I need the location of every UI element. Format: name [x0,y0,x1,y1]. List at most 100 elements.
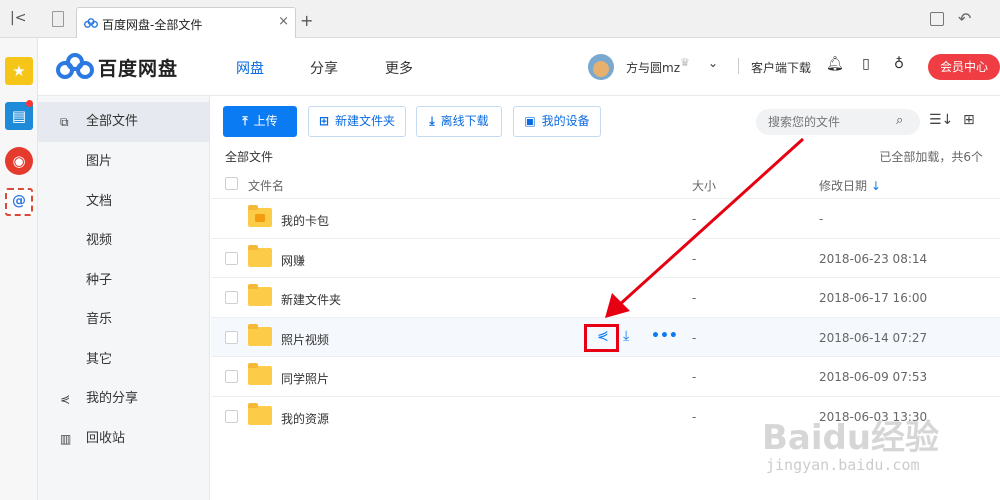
sidebar-item-torrents[interactable]: 种子 [38,261,209,301]
offline-download-label: 离线下载 [440,114,489,128]
folder-icon [248,403,272,425]
upload-button[interactable]: ⤒ 上传 [223,106,297,137]
watermark-logo: Baidu经验 [762,418,940,458]
weibo-icon[interactable]: ◉ [5,147,33,175]
baidu-pan-favicon-icon [84,18,98,28]
file-date: 2018-06-17 16:00 [819,291,928,305]
favorites-star-icon[interactable]: ★ [5,57,33,85]
sidebar-item-label: 种子 [86,273,113,288]
window-icon[interactable] [930,12,944,26]
file-size: - [692,410,697,424]
trash-icon: ▥ [60,432,72,446]
sidebar-item-recycle-bin[interactable]: ▥ 回收站 [38,419,209,459]
sidebar-item-label: 其它 [86,352,113,367]
file-name[interactable]: 我的卡包 [281,212,329,229]
username[interactable]: 方与圆mz [626,59,680,76]
mail-icon[interactable]: @ [5,188,33,216]
sidebar-item-videos[interactable]: 视频 [38,221,209,261]
file-size: - [692,331,697,345]
app-header: 百度网盘 网盘 分享 更多 方与圆mz ♛ ⌄ 客户端下载 🔔︎ ▯ ♁ 会员中… [38,38,1000,96]
select-all-checkbox[interactable] [225,177,238,190]
file-date: 2018-06-14 07:27 [819,331,928,345]
vip-badge-icon: ♛ [680,56,690,69]
tshirt-icon[interactable]: ♁ [891,56,907,74]
file-date: 2018-06-23 08:14 [819,252,928,266]
file-name[interactable]: 同学照片 [281,370,329,387]
sidebar-item-label: 文档 [86,194,113,209]
sort-down-icon: ↓ [870,179,881,193]
file-size: - [692,291,697,305]
browser-side-bar: ★ ▤ ◉ @ [0,38,38,500]
my-devices-label: 我的设备 [541,114,590,128]
new-folder-button[interactable]: ⊞ 新建文件夹 [308,106,406,137]
sidebar-item-my-shares[interactable]: ⋞ 我的分享 [38,379,209,419]
sidebar-item-label: 图片 [86,154,113,169]
browser-tab-strip: |< 百度网盘-全部文件 × + ↶ [0,0,1000,38]
search-icon[interactable]: ⌕ [896,113,903,128]
new-tab-button[interactable]: + [300,11,313,30]
column-header-name[interactable]: 文件名 [248,177,284,194]
brand-name: 百度网盘 [98,58,179,80]
offline-download-button[interactable]: ⤓ 离线下载 [416,106,502,137]
sidebar-item-music[interactable]: 音乐 [38,300,209,340]
column-header-date-label: 修改日期 [819,179,868,193]
table-row[interactable]: 照片视频 ⋞ ⤓ ••• - 2018-06-14 07:27 [211,317,1000,357]
table-row[interactable]: 网赚 - 2018-06-23 08:14 [211,238,1000,278]
file-name[interactable]: 我的资源 [281,410,329,427]
download-icon: ⤓ [429,114,435,128]
row-checkbox[interactable] [225,370,238,383]
nav-netdisk[interactable]: 网盘 [236,58,264,78]
file-name[interactable]: 新建文件夹 [281,291,341,308]
table-row[interactable]: 我的卡包 - - [211,198,1000,238]
chevron-down-icon[interactable]: ⌄ [708,56,718,70]
close-tab-icon[interactable]: × [278,14,289,29]
column-header-size[interactable]: 大小 [692,177,716,194]
sidebar-item-documents[interactable]: 文档 [38,182,209,222]
watermark-url: jingyan.baidu.com [766,456,920,474]
download-icon[interactable]: ⤓ [623,328,629,344]
sidebar-item-all-files[interactable]: ⧉ 全部文件 [38,102,209,142]
document-icon: ⧉ [60,115,69,129]
my-devices-button[interactable]: ▣ 我的设备 [513,106,601,137]
row-checkbox[interactable] [225,331,238,344]
nav-share[interactable]: 分享 [310,58,338,78]
folder-icon [248,284,272,306]
browser-tab[interactable]: 百度网盘-全部文件 × [76,7,296,38]
share-icon: ⋞ [60,392,71,406]
share-icon[interactable]: ⋞ [597,328,609,344]
folder-icon [248,363,272,385]
row-checkbox[interactable] [225,410,238,423]
file-date: - [819,212,824,226]
file-name[interactable]: 网赚 [281,252,305,269]
client-download-link[interactable]: 客户端下载 [751,59,811,76]
divider [738,58,739,74]
sort-icon[interactable]: ☰↓ [929,112,953,128]
row-checkbox[interactable] [225,252,238,265]
file-size: - [692,370,697,384]
nav-more[interactable]: 更多 [385,58,413,78]
row-checkbox[interactable] [225,291,238,304]
file-name[interactable]: 照片视频 [281,331,329,348]
upload-label: 上传 [253,114,278,128]
sidebar-item-images[interactable]: 图片 [38,142,209,182]
file-size: - [692,252,697,266]
grid-view-icon[interactable]: ⊞ [963,112,975,128]
sidebar-item-label: 我的分享 [86,391,139,406]
sidebar: ⧉ 全部文件 图片 文档 视频 种子 音乐 其它 ⋞ 我的分享 ▥ 回收站 [38,96,210,500]
sidebar-item-label: 全部文件 [86,114,139,129]
sidebar-toggle-icon[interactable]: |< [10,10,28,28]
column-header-date[interactable]: 修改日期 ↓ [819,177,881,194]
sidebar-item-other[interactable]: 其它 [38,340,209,380]
wallet-folder-icon [248,205,272,227]
notification-dot [26,100,33,107]
clipboard-icon[interactable]: ▯ [858,56,874,74]
table-row[interactable]: 同学照片 - 2018-06-09 07:53 [211,356,1000,396]
undo-icon[interactable]: ↶ [958,9,971,28]
breadcrumb[interactable]: 全部文件 [225,148,273,165]
page-icon[interactable] [52,11,64,27]
table-row[interactable]: 新建文件夹 - 2018-06-17 16:00 [211,277,1000,317]
more-icon[interactable]: ••• [651,328,678,344]
avatar[interactable] [588,54,614,80]
bell-icon[interactable]: 🔔︎ [826,56,844,74]
member-center-button[interactable]: 会员中心 [928,54,1000,80]
